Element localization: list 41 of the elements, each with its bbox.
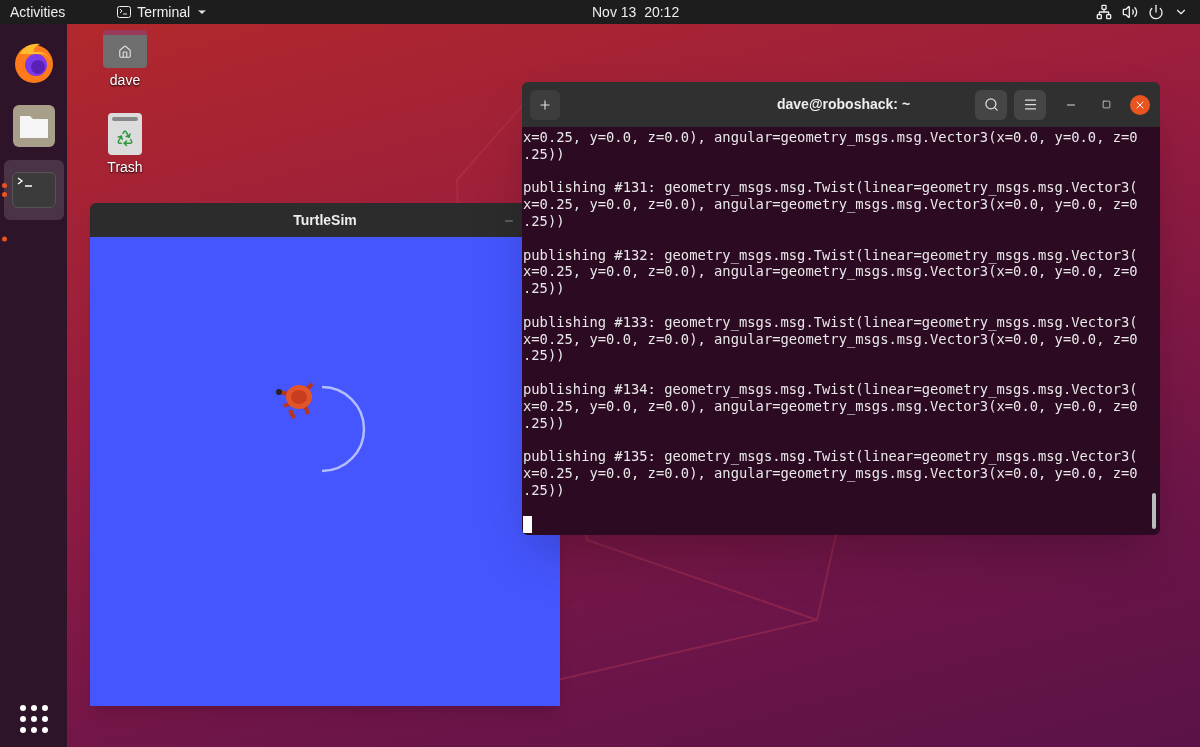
terminal-line: x=0.25, y=0.0, z=0.0), angular=geometry_msgs.msg.Vector3(x=0.0, y=0.0, z=0 <box>523 330 1138 348</box>
terminal-line: publishing #135: geometry_msgs.msg.Twist(linear=geometry_msgs.msg.Vector3( <box>523 448 1138 465</box>
terminal-line: .25)) <box>523 280 565 297</box>
home-folder-icon <box>103 30 147 68</box>
search-button[interactable] <box>975 89 1007 120</box>
text-cursor <box>523 516 532 533</box>
terminal-line: publishing #132: geometry_msgs.msg.Twist(linear=geometry_msgs.msg.Vector3( <box>523 246 1138 264</box>
terminal-icon <box>11 172 56 208</box>
turtle-drawing <box>276 382 314 420</box>
close-button[interactable] <box>1130 94 1150 115</box>
terminal-line: publishing #131: geometry_msgs.msg.Twist(linear=geometry_msgs.msg.Vector3( <box>523 179 1138 197</box>
terminal-line: x=0.25, y=0.0, z=0.0), angular=geometry_msgs.msg.Vector3(x=0.0, y=0.0, z=0 <box>523 129 1138 146</box>
maximize-icon <box>1101 100 1111 109</box>
terminal-line: x=0.25, y=0.0, z=0.0), angular=geometry_msgs.msg.Vector3(x=0.0, y=0.0, z=0 <box>523 263 1138 281</box>
terminal-line: publishing #133: geometry_msgs.msg.Twist(linear=geometry_msgs.msg.Vector3( <box>523 313 1138 331</box>
terminal-icon <box>117 6 132 18</box>
power-icon[interactable] <box>1148 4 1164 20</box>
trash-icon <box>108 113 142 155</box>
new-tab-button[interactable] <box>530 89 560 120</box>
network-icon[interactable] <box>1096 4 1112 20</box>
files-icon <box>12 105 55 147</box>
window-title: dave@roboshack: ~ <box>777 95 911 114</box>
window-title: TurtleSim <box>293 210 357 230</box>
terminal-line: .25)) <box>523 145 565 163</box>
activities-button[interactable]: Activities <box>10 1 66 23</box>
terminal-line: .25)) <box>523 481 565 499</box>
scrollbar-thumb[interactable] <box>1152 493 1156 529</box>
volume-icon[interactable] <box>1122 4 1138 20</box>
terminal-line: .25)) <box>523 414 565 432</box>
terminal-line: x=0.25, y=0.0, z=0.0), angular=geometry_msgs.msg.Vector3(x=0.0, y=0.0, z=0 <box>523 397 1138 415</box>
terminal-line: .25)) <box>523 213 565 230</box>
clock[interactable]: Nov 13 20:12 <box>592 1 680 23</box>
app-menu[interactable]: Terminal <box>117 1 209 23</box>
terminal-line: x=0.25, y=0.0, z=0.0), angular=geometry_msgs.msg.Vector3(x=0.0, y=0.0, z=0 <box>523 464 1138 482</box>
terminal-line: publishing #134: geometry_msgs.msg.Twist(linear=geometry_msgs.msg.Vector3( <box>523 380 1138 398</box>
terminal-line: .25)) <box>523 347 565 365</box>
menu-icon <box>1022 97 1038 112</box>
menu-button[interactable] <box>1014 89 1046 120</box>
search-icon <box>983 97 999 112</box>
plus-icon <box>538 97 552 112</box>
terminal-line: x=0.25, y=0.0, z=0.0), angular=geometry_msgs.msg.Vector3(x=0.0, y=0.0, z=0 <box>523 196 1138 213</box>
